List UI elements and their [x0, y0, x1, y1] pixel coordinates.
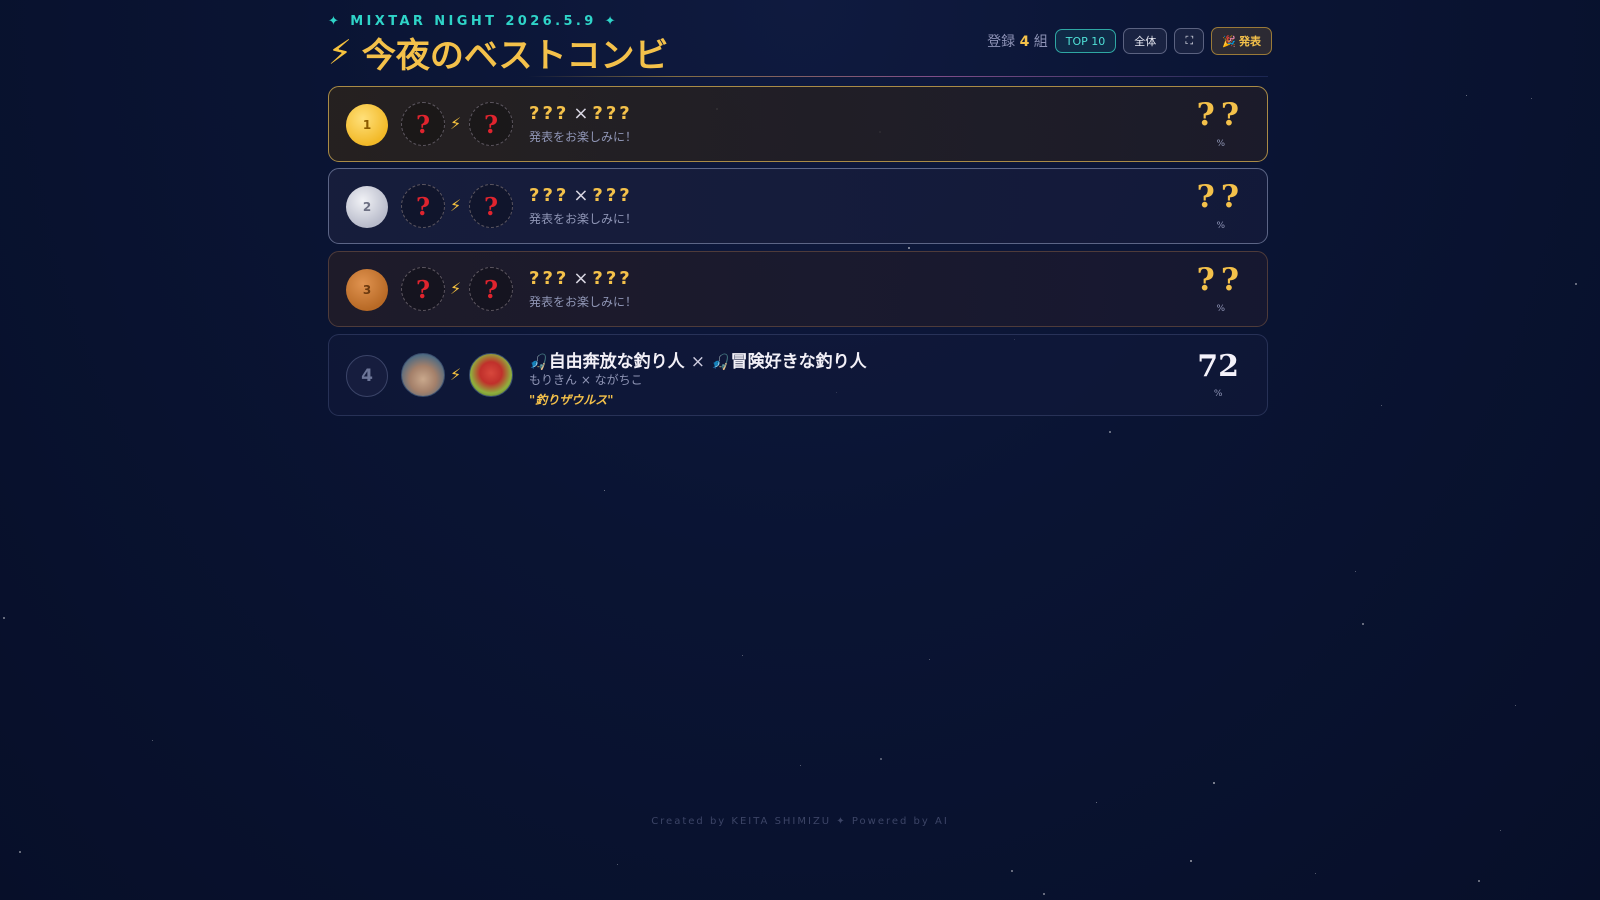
ranking-row-4[interactable]: 4 ⚡ 🎣自由奔放な釣り人 × 🎣冒険好きな釣り人 もりきん × ながちこ "釣りザ… [328, 334, 1268, 416]
fishing-rod-icon: 🎣 [710, 353, 730, 371]
announce-button[interactable]: 🎉 発表 [1211, 27, 1272, 55]
pair-names: ??? ×??? [529, 103, 633, 124]
row-subtitle: 発表をお楽しみに！ [529, 212, 638, 226]
registered-count: 登録 4 組 [987, 34, 1048, 50]
hidden-avatar-b: ? [469, 184, 513, 228]
name-a: ??? [529, 268, 570, 289]
ranking-panel: ✦ MIXTAR NIGHT 2026.5.9 ✦ ⚡ 今夜のベストコンビ 登録… [328, 0, 1272, 416]
hidden-avatar-a: ? [401, 102, 445, 146]
score-unit: % [1216, 304, 1226, 314]
cross-separator: × [573, 268, 589, 289]
announce-button-label: 発表 [1239, 35, 1261, 48]
score-value: ?? [1196, 97, 1245, 133]
compatibility-score: ?? % [1197, 97, 1245, 149]
name-b: ??? [592, 268, 633, 289]
score-value: ?? [1196, 262, 1245, 298]
score-unit: % [1213, 389, 1223, 399]
lightning-icon: ⚡ [450, 114, 462, 133]
header-controls: 登録 4 組 TOP 10 全体 ⛶ 🎉 発表 [987, 27, 1272, 55]
hidden-avatar-a: ? [401, 184, 445, 228]
compatibility-score: ?? % [1197, 179, 1245, 231]
footer-credit: Created by KEITA SHIMIZU ✦ Powered by AI [651, 816, 949, 827]
user-avatar-a [401, 353, 445, 397]
row-subtitle: 発表をお楽しみに！ [529, 295, 638, 309]
cross-separator: × [573, 103, 589, 124]
page-header: ✦ MIXTAR NIGHT 2026.5.9 ✦ ⚡ 今夜のベストコンビ 登録… [328, 0, 1272, 84]
bronze-medal-icon: 3 [346, 269, 388, 311]
member-names: もりきん × ながちこ [529, 373, 643, 387]
cross-separator: × [690, 352, 705, 372]
pair-names: 🎣自由奔放な釣り人 × 🎣冒険好きな釣り人 [529, 347, 867, 372]
name-b: ??? [592, 185, 633, 206]
page-title: ⚡ 今夜のベストコンビ [328, 28, 669, 77]
row-subtitle: 発表をお楽しみに！ [529, 130, 638, 144]
fishing-rod-icon: 🎣 [529, 353, 548, 371]
user-avatar-b [469, 353, 513, 397]
lightning-icon: ⚡ [450, 365, 462, 384]
silver-medal-icon: 2 [346, 186, 388, 228]
name-b: 冒険好きな釣り人 [730, 352, 867, 372]
score-unit: % [1216, 221, 1226, 231]
show-all-button[interactable]: 全体 [1123, 28, 1168, 54]
ranking-row-3[interactable]: 3 ? ⚡ ? ??? ×??? 発表をお楽しみに！ ?? % [328, 251, 1268, 327]
ranking-row-2[interactable]: 2 ? ⚡ ? ??? ×??? 発表をお楽しみに！ ?? % [328, 168, 1268, 244]
score-value: ?? [1196, 179, 1245, 215]
party-popper-icon: 🎉 [1222, 34, 1236, 48]
pair-names: ??? ×??? [529, 185, 633, 206]
compatibility-score: 72 % [1197, 349, 1239, 399]
score-value: 72 [1197, 349, 1239, 384]
ranking-row-1[interactable]: 1 ? ⚡ ? ??? ×??? 発表をお楽しみに！ ?? % [328, 86, 1268, 162]
pair-names: ??? ×??? [529, 268, 633, 289]
name-b: ??? [592, 103, 633, 124]
team-name: "釣りザウルス" [529, 393, 614, 407]
lightning-icon: ⚡ [328, 32, 352, 73]
fullscreen-button[interactable]: ⛶ [1174, 28, 1205, 54]
title-divider [528, 76, 1268, 77]
gold-medal-icon: 1 [346, 104, 388, 146]
name-a: ??? [529, 103, 570, 124]
event-label: ✦ MIXTAR NIGHT 2026.5.9 ✦ [328, 14, 619, 29]
name-a: 自由奔放な釣り人 [548, 352, 685, 372]
page-title-text: 今夜のベストコンビ [361, 36, 669, 76]
score-unit: % [1216, 139, 1226, 149]
registered-count-value: 4 [1019, 34, 1030, 50]
hidden-avatar-b: ? [469, 267, 513, 311]
lightning-icon: ⚡ [450, 196, 462, 215]
top10-button[interactable]: TOP 10 [1054, 29, 1117, 53]
hidden-avatar-a: ? [401, 267, 445, 311]
rank-number: 4 [346, 355, 388, 397]
fullscreen-icon: ⛶ [1185, 34, 1194, 47]
compatibility-score: ?? % [1197, 262, 1245, 314]
cross-separator: × [573, 185, 589, 206]
lightning-icon: ⚡ [450, 279, 462, 298]
hidden-avatar-b: ? [469, 102, 513, 146]
name-a: ??? [529, 185, 570, 206]
